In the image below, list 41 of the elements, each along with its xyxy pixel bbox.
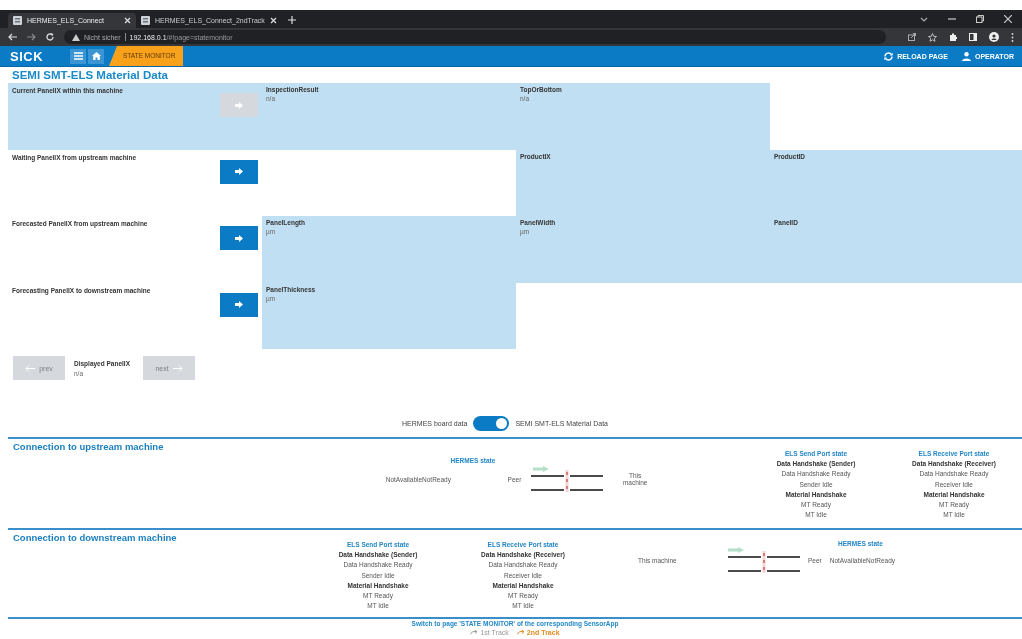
back-icon: [8, 33, 17, 41]
home-button[interactable]: [88, 48, 104, 64]
user-icon: [961, 51, 971, 61]
page-icon: [141, 16, 150, 25]
close-icon: [124, 17, 131, 24]
arrow-right-icon: [235, 301, 243, 308]
menu-button[interactable]: [70, 48, 86, 64]
arrow-button[interactable]: [220, 159, 258, 184]
arrow-right-icon: [235, 101, 243, 109]
arrow-button[interactable]: [220, 292, 258, 317]
close-icon: [269, 17, 277, 24]
restore-icon: [976, 15, 984, 23]
minimize-icon: [948, 15, 956, 23]
logo: SICK: [10, 48, 45, 64]
reload-icon: [46, 33, 54, 41]
track-arrow-icon: [516, 630, 525, 635]
forward-icon: [27, 33, 36, 41]
arrow-left-icon: [25, 364, 36, 372]
track-arrow-icon: [470, 630, 479, 635]
chevron-down-icon: [920, 17, 928, 23]
close-icon: [1004, 15, 1012, 23]
menu-icon: [73, 52, 83, 60]
reload-icon: [884, 51, 894, 61]
section-title: Connection to upstream machine: [13, 441, 164, 453]
arrow-button[interactable]: [220, 226, 258, 250]
share-icon: [908, 33, 916, 41]
star-icon: [928, 32, 937, 42]
profile-icon: [989, 32, 999, 42]
toggle-switch[interactable]: [473, 416, 510, 431]
arrow-right-icon: [235, 234, 243, 242]
home-icon: [91, 52, 101, 60]
page-title: SEMI SMT-ELS Material Data: [11, 68, 169, 83]
plus-icon: [287, 16, 296, 24]
warning-icon: [72, 33, 80, 41]
section-title: Connection to downstream machine: [13, 532, 177, 544]
arrow-right-icon: [235, 168, 243, 175]
more-icon: [1011, 32, 1014, 42]
page-icon: [13, 16, 22, 25]
sidebar-icon: [969, 33, 977, 41]
arrow-right-icon: [172, 364, 183, 372]
puzzle-icon: [949, 33, 957, 41]
